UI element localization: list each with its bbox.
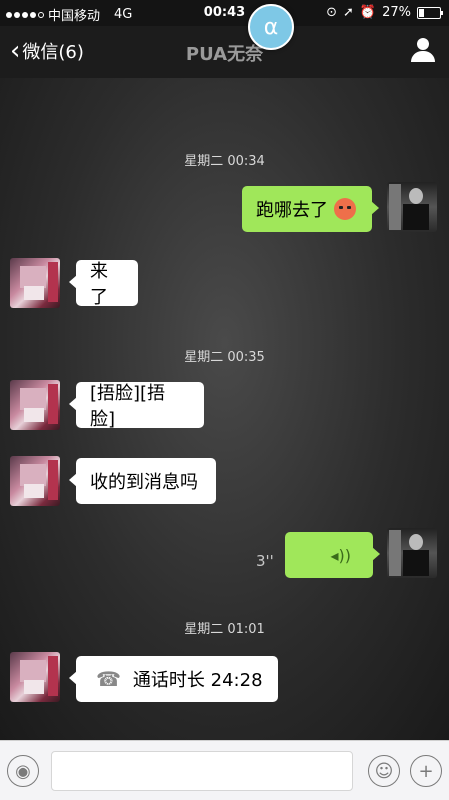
timestamp: 星期二 00:34	[184, 154, 265, 169]
location-arrow-icon: ➚	[343, 5, 354, 20]
avatar-contact[interactable]	[10, 380, 60, 430]
message-text: 来了	[90, 261, 108, 308]
plus-icon: +	[418, 760, 434, 782]
avatar-contact[interactable]	[10, 652, 60, 702]
avatar-contact[interactable]	[10, 258, 60, 308]
alpha-icon: α	[263, 14, 279, 40]
battery-percent: 27%	[382, 5, 411, 20]
message-text: 通话时长 24:28	[132, 670, 263, 691]
message-text: [捂脸][捂脸]	[90, 383, 166, 430]
chat-title: PUA无奈	[185, 44, 264, 65]
message-incoming[interactable]: 来了	[69, 260, 138, 308]
message-input[interactable]	[51, 751, 353, 791]
avatar-self[interactable]	[387, 528, 437, 578]
message-incoming[interactable]: 收的到消息吗	[69, 458, 216, 504]
voice-message-outgoing[interactable]: ◂))	[285, 532, 380, 578]
message-outgoing[interactable]: 跑哪去了	[242, 186, 379, 232]
emoji-button[interactable]: ☺	[368, 755, 400, 787]
contact-info-button[interactable]	[411, 38, 435, 64]
more-options-button[interactable]: +	[410, 755, 442, 787]
person-icon	[417, 38, 429, 50]
message-list[interactable]: 星期二 00:34 跑哪去了 来了 星期二 00:35 [捂脸][捂脸] 收的到…	[0, 78, 449, 740]
input-bar: ◉ ☺ +	[0, 740, 449, 800]
message-text: 跑哪去了	[256, 200, 328, 221]
smiley-icon: ☺	[374, 760, 394, 782]
voice-duration: 3''	[256, 552, 274, 570]
angry-face-emoji-icon	[334, 198, 356, 220]
status-bar: 中国移动 4G 00:43 ⊙ ➚ ⏰ 27%	[0, 0, 449, 26]
lock-rotation-icon: ⊙	[326, 5, 337, 20]
message-text: 收的到消息吗	[90, 472, 198, 493]
alarm-icon: ⏰	[359, 5, 377, 20]
message-incoming[interactable]: [捂脸][捂脸]	[69, 382, 204, 430]
chat-header: ‹ 微信(6) PUA无奈	[0, 26, 449, 78]
call-record-message[interactable]: ☎ 通话时长 24:28	[69, 656, 278, 702]
assistive-overlay-button[interactable]: α	[248, 4, 294, 50]
timestamp: 星期二 01:01	[184, 622, 265, 637]
voice-wave-icon: ◂))	[330, 546, 351, 565]
avatar-contact[interactable]	[10, 456, 60, 506]
voice-icon: ◉	[15, 760, 31, 782]
battery-icon	[417, 6, 443, 19]
avatar-self[interactable]	[387, 182, 437, 232]
timestamp: 星期二 00:35	[184, 350, 265, 365]
voice-input-button[interactable]: ◉	[7, 755, 39, 787]
phone-hangup-icon: ☎	[96, 667, 121, 691]
status-right: ⊙ ➚ ⏰ 27%	[326, 5, 443, 20]
